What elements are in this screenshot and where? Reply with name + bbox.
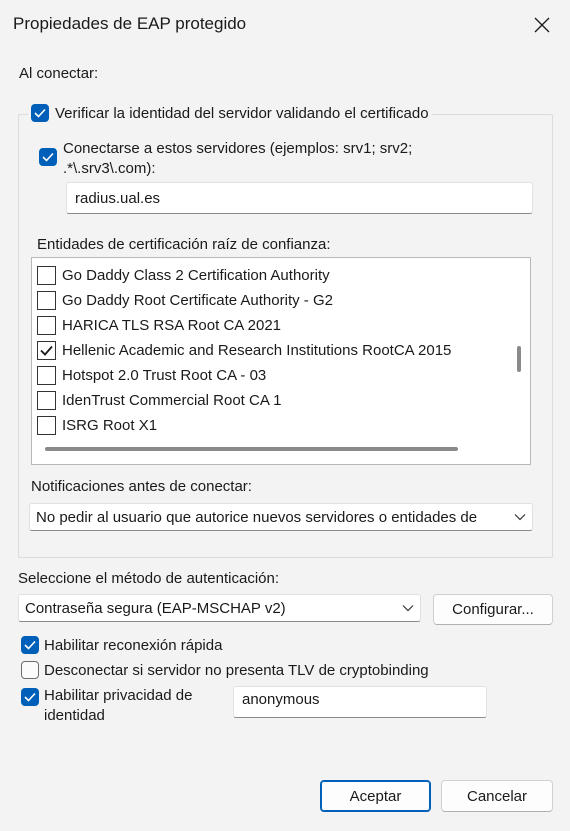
chevron-down-icon (514, 514, 526, 521)
checkmark-icon (24, 640, 36, 650)
list-item-checkbox[interactable] (37, 316, 56, 335)
cancel-button[interactable]: Cancelar (441, 780, 553, 812)
trusted-roots-label: Entidades de certificación raíz de confi… (37, 236, 331, 253)
list-item[interactable]: Go Daddy Root Certificate Authority - G2 (37, 288, 333, 313)
ok-button[interactable]: Aceptar (320, 780, 431, 812)
list-item[interactable]: IdenTrust Commercial Root CA 1 (37, 388, 282, 413)
anonymous-identity-value: anonymous (242, 691, 320, 708)
list-item[interactable]: Hotspot 2.0 Trust Root CA - 03 (37, 363, 266, 388)
list-item-label: HARICA TLS RSA Root CA 2021 (62, 317, 282, 334)
configure-button[interactable]: Configurar... (433, 594, 553, 625)
anonymous-identity-input[interactable]: anonymous (233, 686, 487, 718)
list-item[interactable]: Go Daddy Class 2 Certification Authority (37, 263, 330, 288)
list-item-checkbox[interactable] (37, 341, 56, 360)
list-item[interactable]: HARICA TLS RSA Root CA 2021 (37, 313, 281, 338)
list-item-label: ISRG Root X1 (62, 417, 158, 434)
notifications-label: Notificaciones antes de conectar: (31, 478, 252, 495)
notifications-dropdown[interactable]: No pedir al usuario que autorice nuevos … (29, 503, 533, 531)
vertical-scrollbar-thumb[interactable] (517, 346, 521, 372)
fast-reconnect-label: Habilitar reconexión rápida (44, 636, 223, 654)
checkmark-icon (34, 108, 46, 118)
checkmark-icon (40, 345, 53, 356)
checkmark-icon (24, 692, 36, 702)
list-item-label: Hotspot 2.0 Trust Root CA - 03 (62, 367, 267, 384)
verify-server-label: Verificar la identidad del servidor vali… (55, 104, 429, 122)
servers-input-value: radius.ual.es (75, 189, 161, 207)
auth-method-label: Seleccione el método de autenticación: (18, 570, 280, 587)
window-title: Propiedades de EAP protegido (13, 14, 247, 33)
identity-privacy-label-line2: identidad (44, 707, 105, 724)
identity-privacy-label-line1: Habilitar privacidad de (44, 687, 193, 704)
chevron-down-icon (402, 605, 414, 612)
list-item-label: Go Daddy Class 2 Certification Authority (62, 267, 330, 284)
fast-reconnect-checkbox[interactable] (21, 636, 39, 654)
servers-input[interactable]: radius.ual.es (66, 182, 533, 214)
auth-method-selected: Contraseña segura (EAP-MSCHAP v2) (25, 599, 286, 617)
connect-servers-checkbox[interactable] (39, 148, 57, 166)
list-item[interactable]: ISRG Root X1 (37, 413, 157, 438)
identity-privacy-checkbox[interactable] (21, 688, 39, 706)
auth-method-dropdown[interactable]: Contraseña segura (EAP-MSCHAP v2) (18, 594, 421, 622)
trusted-roots-list[interactable]: Go Daddy Class 2 Certification Authority… (31, 257, 531, 465)
disconnect-tlv-label: Desconectar si servidor no presenta TLV … (44, 661, 429, 679)
connect-label: Al conectar: (19, 65, 99, 82)
close-button[interactable] (524, 8, 560, 42)
close-icon (534, 17, 550, 33)
verify-server-checkbox[interactable] (31, 104, 49, 122)
list-item-checkbox[interactable] (37, 416, 56, 435)
identity-privacy-row[interactable] (21, 688, 39, 706)
checkmark-icon (42, 152, 54, 162)
list-item-checkbox[interactable] (37, 291, 56, 310)
verify-server-checkbox-row[interactable]: Verificar la identidad del servidor vali… (28, 101, 432, 125)
disconnect-tlv-row[interactable]: Desconectar si servidor no presenta TLV … (21, 661, 429, 679)
list-item-label: Go Daddy Root Certificate Authority - G2 (62, 292, 333, 309)
disconnect-tlv-checkbox[interactable] (21, 661, 39, 679)
list-item[interactable]: Hellenic Academic and Research Instituti… (37, 338, 451, 363)
list-item-label: IdenTrust Commercial Root CA 1 (62, 392, 282, 409)
connect-servers-label-line2: .*\.srv3\.com): (63, 160, 156, 177)
connect-servers-checkbox-row[interactable] (39, 148, 57, 166)
horizontal-scrollbar-thumb[interactable] (45, 447, 458, 451)
horizontal-scrollbar[interactable] (32, 438, 530, 464)
list-item-checkbox[interactable] (37, 391, 56, 410)
list-item-label: Hellenic Academic and Research Instituti… (62, 342, 452, 359)
connect-servers-label-line1: Conectarse a estos servidores (ejemplos:… (63, 140, 413, 157)
fast-reconnect-row[interactable]: Habilitar reconexión rápida (21, 636, 222, 654)
notifications-selected: No pedir al usuario que autorice nuevos … (36, 508, 478, 526)
list-item-checkbox[interactable] (37, 366, 56, 385)
list-item-checkbox[interactable] (37, 266, 56, 285)
